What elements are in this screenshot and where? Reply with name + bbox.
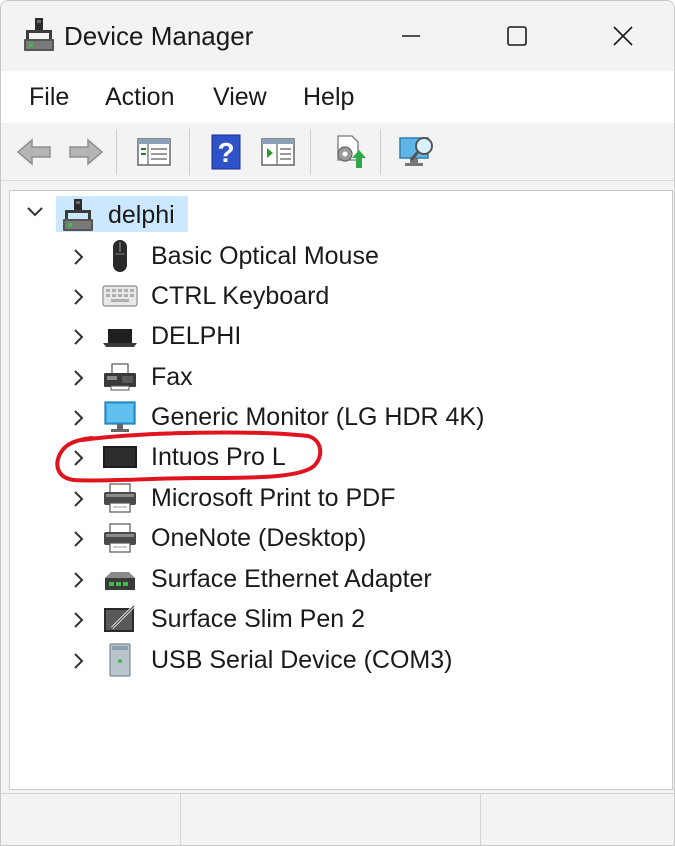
forward-icon: [69, 138, 104, 166]
menu-action[interactable]: Action: [105, 83, 174, 112]
tree-node-label: Surface Ethernet Adapter: [151, 565, 432, 593]
menu-file[interactable]: File: [29, 83, 69, 112]
update-driver-icon: [337, 135, 366, 168]
minimize-icon: [402, 35, 420, 37]
toolbar-separator: [380, 129, 381, 175]
chevron-right-icon[interactable]: [72, 652, 84, 670]
status-cell: [1, 794, 181, 845]
chevron-right-icon[interactable]: [72, 369, 84, 387]
help-icon: ?: [211, 134, 241, 170]
tree-node-label: Microsoft Print to PDF: [151, 484, 396, 512]
tree-node-tablet[interactable]: Intuos Pro L: [10, 437, 660, 477]
tree-node-label: CTRL Keyboard: [151, 282, 330, 310]
scan-hardware-button[interactable]: [397, 131, 439, 173]
tree-node-label: Intuos Pro L: [151, 443, 286, 471]
device-tree[interactable]: delphi Basic Optical Mouse CTRL Keyboard…: [9, 190, 673, 790]
chevron-down-icon[interactable]: [26, 205, 44, 219]
fax-icon: [104, 363, 136, 391]
window-title: Device Manager: [64, 21, 254, 51]
printer-icon: [104, 483, 136, 513]
chevron-right-icon[interactable]: [72, 530, 84, 548]
laptop-icon: [103, 329, 137, 347]
tree-node-print-queues-fax[interactable]: Fax: [10, 357, 660, 397]
tree-node-label: DELPHI: [151, 322, 242, 350]
tree-node-pen[interactable]: Surface Slim Pen 2: [10, 599, 660, 639]
chevron-right-icon[interactable]: [72, 409, 84, 427]
tree-node-computer[interactable]: DELPHI: [10, 316, 660, 356]
tree-root-label: delphi: [108, 201, 175, 229]
chevron-right-icon[interactable]: [72, 248, 84, 266]
chevron-right-icon[interactable]: [72, 490, 84, 508]
tablet-icon: [103, 446, 137, 468]
maximize-button[interactable]: [464, 1, 570, 71]
chevron-right-icon[interactable]: [72, 611, 84, 629]
show-hide-console-tree-icon: [137, 138, 171, 166]
properties-pane-icon: [261, 138, 295, 166]
menu-view[interactable]: View: [213, 83, 267, 112]
status-bar: [1, 793, 674, 845]
chevron-right-icon[interactable]: [72, 449, 84, 467]
show-hide-console-tree-button[interactable]: [133, 131, 175, 173]
pen-tablet-icon: [104, 604, 136, 632]
tree-node-label: Generic Monitor (LG HDR 4K): [151, 403, 485, 431]
properties-pane-button[interactable]: [257, 131, 299, 173]
chevron-right-icon[interactable]: [72, 288, 84, 306]
menu-help[interactable]: Help: [303, 83, 354, 112]
tree-node-print-queue-pdf[interactable]: Microsoft Print to PDF: [10, 478, 660, 518]
close-button[interactable]: [570, 1, 674, 71]
menu-bar: File Action View Help: [1, 71, 674, 123]
toolbar: ?: [1, 123, 674, 181]
scan-hardware-icon: [399, 137, 433, 166]
tree-node-ports[interactable]: USB Serial Device (COM3): [10, 640, 660, 680]
status-cell: [481, 794, 674, 845]
toolbar-separator: [310, 129, 311, 175]
chevron-right-icon[interactable]: [72, 328, 84, 346]
tree-node-label: OneNote (Desktop): [151, 524, 367, 552]
keyboard-icon: [102, 285, 138, 307]
svg-text:?: ?: [217, 137, 234, 168]
close-icon: [613, 26, 633, 46]
tree-node-keyboards[interactable]: CTRL Keyboard: [10, 276, 660, 316]
update-driver-button[interactable]: [327, 131, 369, 173]
help-button[interactable]: ?: [205, 131, 247, 173]
network-adapter-icon: [105, 572, 135, 590]
toolbar-separator: [189, 129, 190, 175]
chevron-right-icon[interactable]: [72, 571, 84, 589]
tree-node-label: USB Serial Device (COM3): [151, 646, 453, 674]
tree-node-print-queue-onenote[interactable]: OneNote (Desktop): [10, 518, 660, 558]
device-manager-window: Device Manager File Action View Help ? d…: [0, 0, 675, 846]
back-icon: [16, 138, 51, 166]
minimize-button[interactable]: [358, 1, 464, 71]
forward-button[interactable]: [65, 131, 107, 173]
mouse-icon: [113, 240, 127, 272]
tree-node-monitors[interactable]: Generic Monitor (LG HDR 4K): [10, 397, 660, 437]
status-cell: [181, 794, 481, 845]
back-button[interactable]: [13, 131, 55, 173]
maximize-icon: [507, 26, 527, 46]
tree-node-label: Fax: [151, 363, 193, 391]
device-manager-icon: [24, 18, 54, 51]
toolbar-separator: [116, 129, 117, 175]
tree-node-label: Surface Slim Pen 2: [151, 605, 365, 633]
tree-node-mice[interactable]: Basic Optical Mouse: [10, 236, 660, 276]
tree-node-label: Basic Optical Mouse: [151, 242, 379, 270]
monitor-icon: [104, 401, 136, 432]
printer-icon: [104, 523, 136, 553]
tree-node-network-adapters[interactable]: Surface Ethernet Adapter: [10, 559, 660, 599]
title-bar[interactable]: Device Manager: [1, 1, 674, 71]
usb-device-icon: [109, 643, 131, 677]
computer-icon: [63, 199, 93, 231]
tree-root-node[interactable]: delphi: [10, 195, 310, 233]
